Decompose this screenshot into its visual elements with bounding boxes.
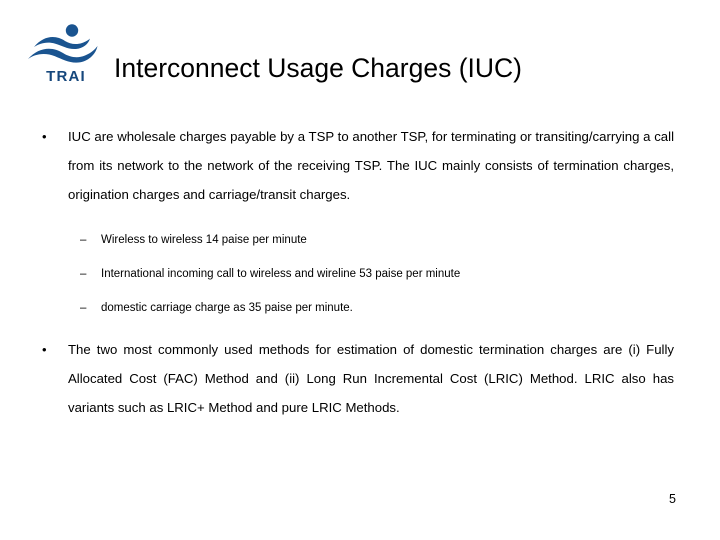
bullet-text: The two most commonly used methods for e…: [68, 342, 674, 415]
slide-footer: 5: [0, 492, 720, 540]
trai-emblem-icon: [28, 24, 98, 63]
page-number: 5: [669, 492, 676, 506]
presentation-slide: TRAI Interconnect Usage Charges (IUC) • …: [0, 0, 720, 540]
bullet-text: IUC are wholesale charges payable by a T…: [68, 129, 674, 202]
sub-bullet-item: – domestic carriage charge as 35 paise p…: [80, 291, 680, 325]
dash-marker-icon: –: [80, 268, 87, 280]
sub-bullet-item: – International incoming call to wireles…: [80, 257, 680, 291]
dash-marker-icon: –: [80, 234, 87, 246]
bullet-marker-icon: •: [42, 129, 47, 144]
dash-marker-icon: –: [80, 302, 87, 314]
sub-bullet-text: Wireless to wireless 14 paise per minute: [101, 234, 307, 246]
sub-bullet-item: – Wireless to wireless 14 paise per minu…: [80, 223, 680, 257]
sub-bullet-list: – Wireless to wireless 14 paise per minu…: [0, 223, 720, 325]
bullet-item: • IUC are wholesale charges payable by a…: [40, 122, 674, 209]
sub-bullet-text: domestic carriage charge as 35 paise per…: [101, 302, 353, 314]
page-title: Interconnect Usage Charges (IUC): [114, 53, 522, 83]
slide-header: TRAI Interconnect Usage Charges (IUC): [0, 0, 720, 110]
trai-wordmark: TRAI: [46, 68, 86, 85]
slide-content: • IUC are wholesale charges payable by a…: [0, 110, 720, 490]
trai-logo: TRAI: [24, 22, 108, 94]
sub-bullet-text: International incoming call to wireless …: [101, 268, 461, 280]
bullet-marker-icon: •: [42, 342, 47, 357]
bullet-item: • The two most commonly used methods for…: [40, 335, 674, 422]
